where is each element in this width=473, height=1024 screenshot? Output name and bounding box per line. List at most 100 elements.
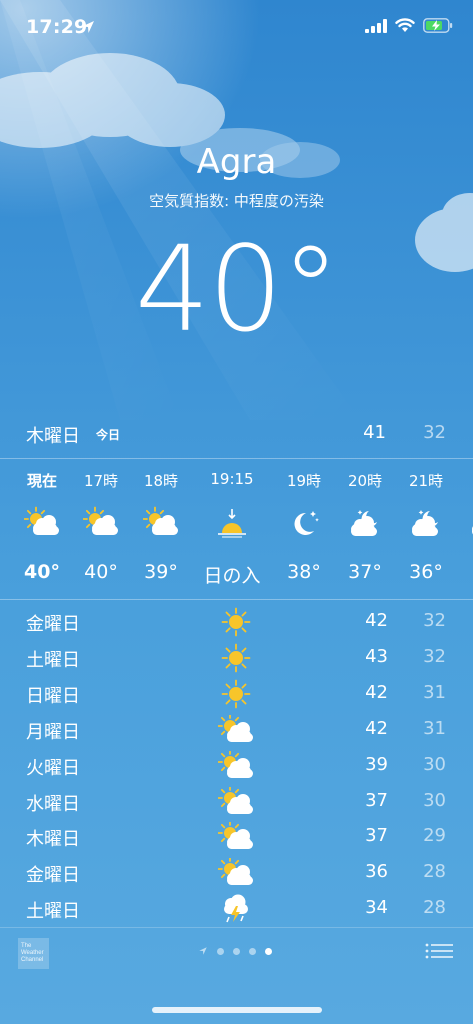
status-time: 17:29	[26, 16, 88, 38]
daily-day: 木曜日	[26, 829, 80, 851]
hourly-item: 19:15 日の入	[202, 460, 262, 600]
hourly-temp: 37°	[348, 561, 382, 583]
daily-high: 36	[365, 861, 388, 883]
location-arrow-icon	[199, 947, 207, 955]
hourly-item: 現在 40°	[12, 460, 72, 600]
partly-cloudy-sun-icon	[217, 856, 254, 888]
hourly-item: 20時 37°	[335, 460, 395, 600]
today-low: 32	[423, 422, 446, 443]
daily-row: 土曜日 43 32	[0, 640, 473, 676]
daily-day: 水曜日	[26, 793, 80, 815]
daily-low: 32	[423, 645, 446, 667]
daily-day: 金曜日	[26, 614, 80, 635]
partly-cloudy-sun-icon	[217, 713, 254, 745]
daily-low: 30	[423, 789, 446, 811]
today-high: 41	[363, 422, 386, 443]
hourly-time: 20時	[347, 472, 383, 490]
hourly-item: 23	[456, 460, 473, 600]
daily-day: 日曜日	[26, 685, 80, 707]
battery-charging-icon	[423, 18, 453, 33]
city-name: Agra	[196, 142, 277, 182]
daily-day: 金曜日	[26, 865, 80, 887]
page-dot	[233, 947, 240, 955]
hourly-item: 19時 38°	[274, 460, 334, 600]
hourly-temp: 40°	[84, 561, 118, 583]
daily-low: 28	[423, 897, 446, 919]
daily-day: 土曜日	[26, 901, 80, 923]
daily-low: 31	[423, 681, 446, 703]
hourly-time: 18時	[143, 472, 179, 490]
hourly-temp: 40°	[24, 561, 60, 583]
daily-row: 金曜日 42 32	[0, 604, 473, 640]
partly-cloudy-moon-icon	[347, 505, 383, 541]
daily-row: 木曜日 37 29	[0, 819, 473, 855]
daily-row: 金曜日 36 28	[0, 855, 473, 891]
partly-cloudy-sun-icon	[217, 749, 254, 781]
hourly-time: 21時	[408, 472, 444, 490]
status-bar: 17:29	[0, 0, 473, 58]
today-tag: 今日	[96, 428, 121, 442]
daily-day: 土曜日	[26, 649, 80, 671]
daily-high: 42	[365, 717, 388, 739]
daily-high: 43	[365, 645, 388, 667]
hourly-temp: 36°	[409, 561, 443, 583]
daily-row: 水曜日 37 30	[0, 784, 473, 820]
hourly-time: 2	[456, 470, 473, 488]
bottom-bar: The Weather Channel	[0, 926, 473, 986]
hourly-temp: 38°	[287, 561, 321, 583]
page-dot-active	[265, 947, 272, 955]
daily-high: 37	[365, 825, 388, 847]
list-icon[interactable]	[425, 942, 453, 964]
hourly-time: 現在	[26, 472, 57, 490]
daily-day: 月曜日	[26, 721, 80, 743]
daily-row: 日曜日 42 31	[0, 676, 473, 712]
hourly-item: 18時 39°	[131, 460, 191, 600]
hourly-time: 19時	[286, 472, 322, 490]
daily-high: 42	[365, 610, 388, 631]
sunset-icon	[214, 505, 250, 541]
weather-channel-logo[interactable]: The Weather Channel	[18, 938, 49, 969]
partly-cloudy-sun-icon	[217, 785, 254, 817]
sun-icon	[218, 643, 254, 673]
location-arrow-icon	[82, 21, 94, 33]
hourly-time: 17時	[83, 472, 119, 490]
partly-cloudy-sun-icon	[142, 505, 179, 541]
hourly-temp: 日の入	[203, 565, 261, 587]
hourly-time: 19:15	[210, 470, 254, 488]
hourly-forecast-scroller[interactable]: 現在 40° 17時 40° 18時 39° 19:15 日の入 19時 38° 20時 37° 21時…	[0, 460, 473, 600]
daily-high: 37	[365, 789, 388, 811]
page-indicator[interactable]	[198, 946, 272, 956]
partly-cloudy-sun-icon	[23, 505, 60, 541]
sun-icon	[218, 679, 254, 709]
hourly-item: 21時 36°	[396, 460, 456, 600]
daily-low: 32	[423, 610, 446, 631]
daily-low: 28	[423, 861, 446, 883]
daily-high: 42	[365, 681, 388, 703]
daily-row: 月曜日 42 31	[0, 712, 473, 748]
hourly-item: 17時 40°	[71, 460, 131, 600]
partly-cloudy-moon-icon	[468, 505, 473, 541]
current-temperature: 40°	[134, 220, 340, 358]
daily-low: 31	[423, 717, 446, 739]
partly-cloudy-sun-icon	[217, 820, 254, 852]
partly-cloudy-moon-icon	[408, 505, 444, 541]
today-summary: 木曜日 今日 41 32	[0, 418, 473, 450]
daily-day: 火曜日	[26, 757, 80, 779]
air-quality-index: 空気質指数: 中程度の汚染	[149, 192, 324, 210]
page-dot	[249, 947, 256, 955]
page-dot	[217, 947, 224, 955]
home-indicator[interactable]	[152, 1007, 322, 1013]
daily-row: 火曜日 39 30	[0, 748, 473, 784]
status-indicators	[365, 18, 453, 33]
daily-high: 34	[365, 897, 388, 919]
hourly-temp: 39°	[144, 561, 178, 583]
thunderstorm-icon	[218, 894, 254, 924]
daily-low: 29	[423, 825, 446, 847]
daily-row: 土曜日 34 28	[0, 891, 473, 927]
today-day-label: 木曜日	[26, 426, 80, 447]
moon-stars-icon	[286, 505, 322, 541]
sun-icon	[218, 607, 254, 637]
cellular-signal-icon	[365, 18, 387, 33]
daily-low: 30	[423, 753, 446, 775]
partly-cloudy-sun-icon	[82, 505, 119, 541]
